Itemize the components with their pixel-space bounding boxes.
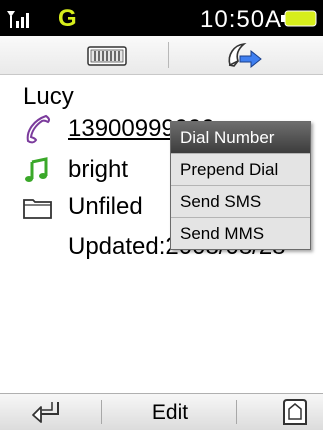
contact-transfer-icon — [228, 42, 262, 69]
tab-strip — [0, 36, 323, 75]
clock: 10:50AM — [200, 6, 284, 33]
group-name: Unfiled — [68, 193, 143, 220]
tab-divider — [168, 42, 169, 68]
menu-item-prepend-dial[interactable]: Prepend Dial — [171, 154, 310, 186]
tab-contact-transfer[interactable] — [175, 36, 315, 74]
number-options-menu: Dial Number Prepend Dial Send SMS Send M… — [170, 121, 311, 250]
softkey-divider — [236, 400, 237, 424]
folder-icon — [23, 199, 52, 219]
network-type: G — [58, 5, 77, 32]
status-bar: G 10:50AM — [0, 0, 323, 36]
menu-item-dial-number[interactable]: Dial Number — [171, 122, 310, 154]
contact-name: Lucy — [23, 83, 74, 110]
menu-item-send-sms[interactable]: Send SMS — [171, 186, 310, 218]
tab-contact-details[interactable] — [60, 36, 160, 74]
back-icon[interactable] — [28, 398, 68, 426]
signal-strength-icon — [7, 11, 29, 28]
music-note-icon — [25, 157, 48, 182]
softkey-bar: Edit — [0, 393, 323, 430]
home-icon[interactable] — [275, 397, 315, 427]
edit-button[interactable]: Edit — [118, 394, 222, 430]
battery-icon — [281, 10, 317, 27]
ringtone-name: bright — [68, 156, 129, 183]
menu-item-send-mms[interactable]: Send MMS — [171, 218, 310, 249]
softkey-divider — [101, 400, 102, 424]
contact-card-icon — [87, 46, 127, 66]
phone-handset-icon — [26, 114, 51, 144]
